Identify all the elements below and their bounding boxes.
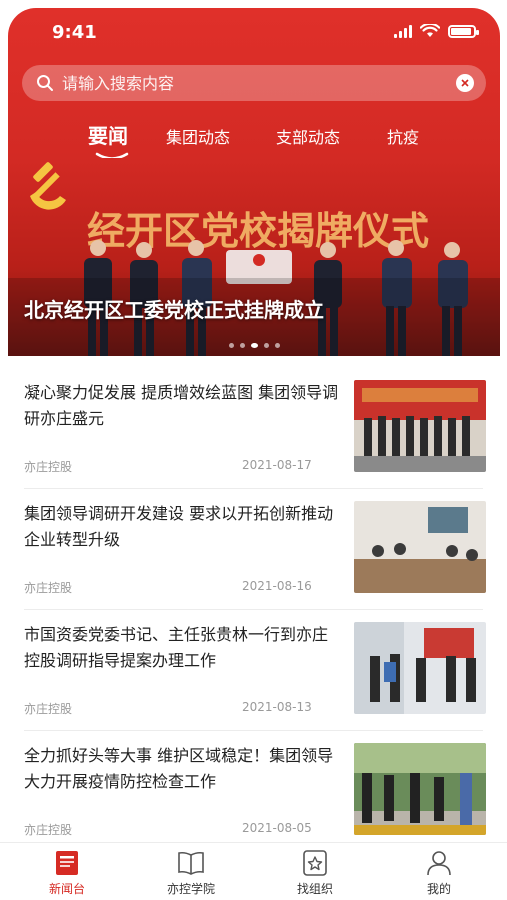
carousel-dot[interactable] [228,343,234,348]
nav-news[interactable]: 新闻台 [22,849,112,897]
news-thumbnail [354,501,486,593]
news-source: 亦庄控股 [24,823,73,837]
nav-find-organization[interactable]: 找组织 [270,849,360,897]
nav-label: 我的 [426,882,451,896]
tab-headlines[interactable]: 要闻 [88,120,128,149]
nav-label: 找组织 [296,882,333,896]
carousel-dot[interactable] [239,343,245,348]
news-thumbnail [354,380,486,472]
news-title: 市国资委党委书记、主任张贵林一行到亦庄控股调研指导提案办理工作 [24,625,329,670]
banner-image: 经开区党校揭牌仪式 [8,158,500,356]
news-title: 全力抓好头等大事 维护区域稳定！集团领导大力开展疫情防控检查工作 [24,746,334,791]
star-icon [303,850,327,876]
nav-academy[interactable]: 亦控学院 [146,849,236,897]
news-item[interactable]: 全力抓好头等大事 维护区域稳定！集团领导大力开展疫情防控检查工作 亦庄控股 20… [0,731,507,852]
news-source: 亦庄控股 [24,702,73,716]
carousel-dot[interactable] [263,343,269,348]
status-bar: 9:41 [8,8,500,56]
book-icon [178,851,204,875]
news-item[interactable]: 凝心聚力促发展 提质增效绘蓝图 集团领导调研亦庄盛元 亦庄控股 2021-08-… [0,368,507,489]
wifi-icon [420,24,440,37]
app-screen: 9:41 请输入搜索内容 要闻 集团动态 支部动态 抗疫 经开区党校揭牌仪式 北… [0,0,507,900]
tab-branch-news[interactable]: 支部动态 [276,124,340,148]
news-source: 亦庄控股 [24,581,73,595]
signal-icon [394,24,412,38]
tab-group-news[interactable]: 集团动态 [166,124,230,148]
news-date: 2021-08-16 [242,579,312,593]
carousel-dot[interactable] [274,343,280,348]
search-icon [37,75,53,91]
battery-icon [448,24,479,38]
news-title: 集团领导调研开发建设 要求以开拓创新推动企业转型升级 [24,504,334,549]
search-bar[interactable] [22,65,486,101]
tab-bar: 要闻 集团动态 支部动态 抗疫 [8,118,500,160]
search-input[interactable] [62,73,456,93]
bottom-navigation: 新闻台 亦控学院 找组织 我的 [0,842,507,900]
close-icon [461,79,469,87]
tab-anti-epidemic[interactable]: 抗疫 [387,124,419,148]
news-thumbnail [354,743,486,835]
user-icon [427,851,451,876]
nav-label: 新闻台 [48,882,85,896]
news-thumbnail [354,622,486,714]
clear-search-button[interactable] [456,74,474,92]
news-date: 2021-08-05 [242,821,312,835]
news-item[interactable]: 集团领导调研开发建设 要求以开拓创新推动企业转型升级 亦庄控股 2021-08-… [0,489,507,610]
news-item[interactable]: 市国资委党委书记、主任张贵林一行到亦庄控股调研指导提案办理工作 亦庄控股 202… [0,610,507,731]
status-icons [394,24,479,38]
banner-caption: 北京经开区工委党校正式挂牌成立 [24,298,324,322]
nav-profile[interactable]: 我的 [394,849,484,897]
nav-label: 亦控学院 [166,882,215,896]
header: 9:41 请输入搜索内容 要闻 集团动态 支部动态 抗疫 [8,8,500,160]
carousel-dot[interactable] [250,343,258,348]
news-icon [56,851,78,875]
status-time: 9:41 [52,22,97,43]
banner-carousel[interactable]: 经开区党校揭牌仪式 北京经开区工委党校正式挂牌成立 [8,158,500,356]
news-date: 2021-08-13 [242,700,312,714]
news-source: 亦庄控股 [24,460,73,474]
news-date: 2021-08-17 [242,458,312,472]
carousel-dots [8,343,500,348]
news-title: 凝心聚力促发展 提质增效绘蓝图 集团领导调研亦庄盛元 [24,383,339,428]
